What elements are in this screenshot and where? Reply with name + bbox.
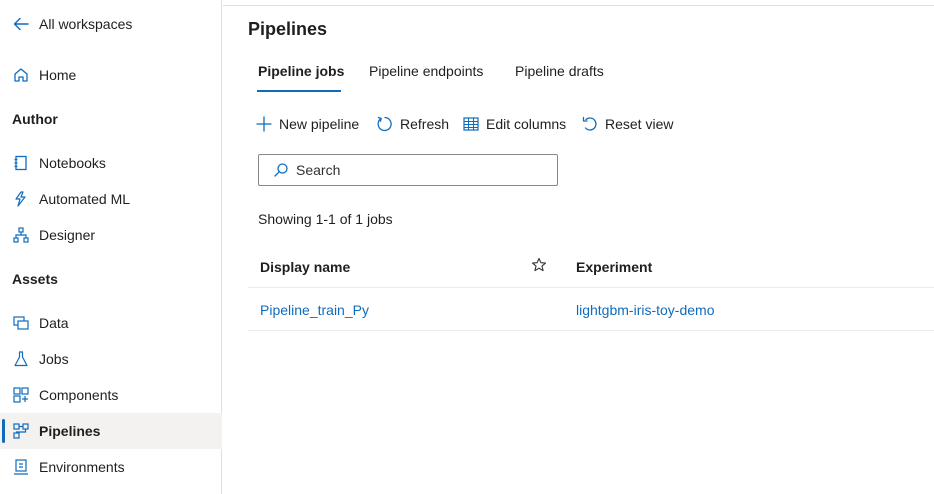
- row-divider: [248, 330, 934, 331]
- edit-columns-label: Edit columns: [486, 116, 567, 132]
- sidebar-item-home-label: Home: [39, 67, 77, 83]
- sidebar-item-home[interactable]: Home: [0, 57, 222, 93]
- refresh-icon: [376, 115, 394, 133]
- sidebar-item-notebooks-label: Notebooks: [39, 155, 106, 171]
- sidebar-item-designer[interactable]: Designer: [0, 217, 222, 253]
- arrow-left-icon: [12, 15, 30, 33]
- search-icon: [272, 161, 290, 179]
- active-tab-indicator: [257, 90, 341, 92]
- sidebar-item-environments-label: Environments: [39, 459, 125, 475]
- column-header-experiment[interactable]: Experiment: [576, 259, 652, 275]
- sidebar-item-notebooks[interactable]: Notebooks: [0, 145, 222, 181]
- tab-pipeline-endpoints[interactable]: Pipeline endpoints: [369, 63, 483, 79]
- author-section-heading: Author: [12, 111, 58, 127]
- all-workspaces-link[interactable]: All workspaces: [0, 6, 222, 42]
- refresh-label: Refresh: [400, 116, 450, 132]
- sidebar-item-automated-ml-label: Automated ML: [39, 191, 131, 207]
- environment-icon: [12, 458, 30, 476]
- sidebar-item-pipelines[interactable]: Pipelines: [0, 413, 222, 449]
- data-icon: [12, 314, 30, 332]
- sidebar-item-jobs-label: Jobs: [39, 351, 69, 367]
- flask-icon: [12, 350, 30, 368]
- edit-columns-icon: [462, 115, 480, 133]
- new-pipeline-button[interactable]: New pipeline: [255, 114, 359, 134]
- notebook-icon: [12, 154, 30, 172]
- pipeline-icon: [12, 422, 30, 440]
- tab-pipeline-drafts[interactable]: Pipeline drafts: [515, 63, 604, 79]
- sidebar-item-components-label: Components: [39, 387, 119, 403]
- sidebar-item-environments[interactable]: Environments: [0, 449, 222, 485]
- sidebar-item-components[interactable]: Components: [0, 377, 222, 413]
- column-header-display-name[interactable]: Display name: [260, 259, 350, 275]
- plus-icon: [255, 115, 273, 133]
- search-box[interactable]: [258, 154, 558, 186]
- new-pipeline-label: New pipeline: [279, 116, 360, 132]
- header-divider: [248, 287, 934, 288]
- main-content: Pipelines Pipeline jobs Pipeline endpoin…: [223, 0, 934, 494]
- left-navigation: All workspaces Home Author Notebooks Aut…: [0, 0, 222, 494]
- page-title: Pipelines: [248, 19, 328, 39]
- results-count: Showing 1-1 of 1 jobs: [258, 211, 393, 227]
- pipeline-job-link[interactable]: Pipeline_train_Py: [260, 302, 369, 318]
- sidebar-item-data-label: Data: [39, 315, 69, 331]
- sidebar-item-pipelines-label: Pipelines: [39, 423, 101, 439]
- sidebar-item-jobs[interactable]: Jobs: [0, 341, 222, 377]
- components-icon: [12, 386, 30, 404]
- refresh-button[interactable]: Refresh: [376, 114, 449, 134]
- all-workspaces-label: All workspaces: [39, 16, 133, 32]
- sidebar-item-automated-ml[interactable]: Automated ML: [0, 181, 222, 217]
- tab-pipeline-jobs[interactable]: Pipeline jobs: [258, 63, 344, 79]
- star-icon[interactable]: [530, 256, 548, 274]
- designer-icon: [12, 226, 30, 244]
- edit-columns-button[interactable]: Edit columns: [462, 114, 566, 134]
- reset-view-button[interactable]: Reset view: [581, 114, 673, 134]
- assets-section-heading: Assets: [12, 271, 58, 287]
- home-icon: [12, 66, 30, 84]
- top-divider: [223, 5, 934, 6]
- search-input[interactable]: [296, 162, 546, 178]
- reset-view-label: Reset view: [605, 116, 674, 132]
- experiment-link[interactable]: lightgbm-iris-toy-demo: [576, 302, 714, 318]
- sidebar-item-data[interactable]: Data: [0, 305, 222, 341]
- automated-ml-icon: [12, 190, 30, 208]
- sidebar-item-designer-label: Designer: [39, 227, 96, 243]
- reset-icon: [581, 115, 599, 133]
